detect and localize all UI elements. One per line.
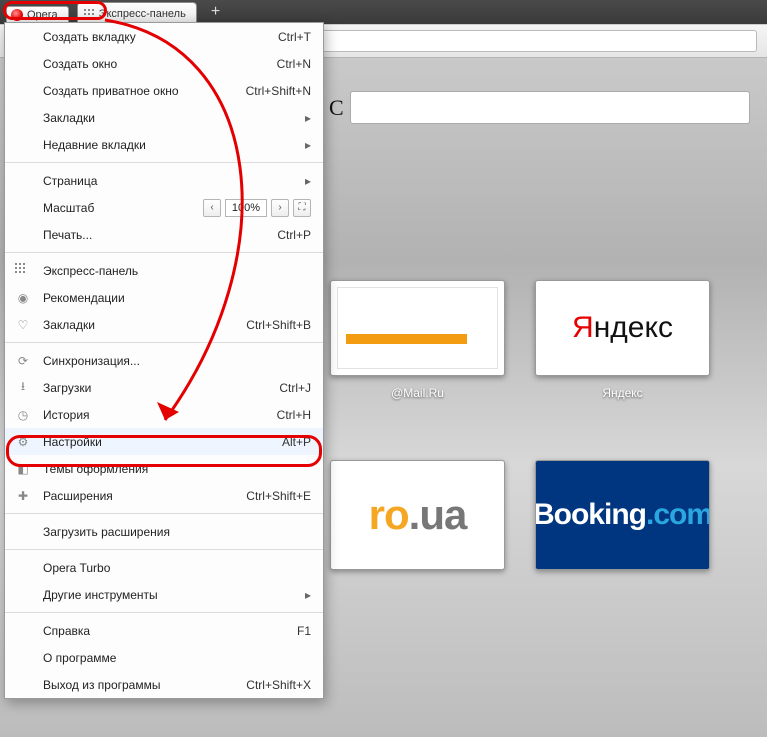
tile-booking[interactable]: Booking.com — [535, 460, 710, 570]
menu-new-tab[interactable]: Создать вкладкуCtrl+T — [5, 23, 323, 50]
tile-mailru-caption: @Mail.Ru — [391, 386, 444, 400]
puzzle-icon: ✚ — [15, 488, 31, 504]
menu-separator — [5, 612, 323, 613]
opera-menu-label: Opera — [27, 9, 58, 21]
tile-yandex-caption: Яндекс — [602, 386, 642, 400]
menu-recent-tabs[interactable]: Недавние вкладки▸ — [5, 131, 323, 158]
zoom-value: 100% — [225, 199, 267, 217]
chevron-right-icon: ▸ — [305, 174, 311, 188]
menu-bookmarks[interactable]: Закладки▸ — [5, 104, 323, 131]
menu-about[interactable]: О программе — [5, 644, 323, 671]
menu-sync[interactable]: ⟳ Синхронизация... — [5, 347, 323, 374]
menu-recommendations[interactable]: ◉ Рекомендации — [5, 284, 323, 311]
heart-icon: ♡ — [15, 317, 31, 333]
tile-roua[interactable]: ro.ua — [330, 460, 505, 570]
search-prefix: С — [329, 95, 344, 121]
opera-main-menu: Создать вкладкуCtrl+T Создать окноCtrl+N… — [4, 22, 324, 699]
menu-help[interactable]: СправкаF1 — [5, 617, 323, 644]
menu-get-extensions[interactable]: Загрузить расширения — [5, 518, 323, 545]
menu-speed-dial[interactable]: Экспресс-панель — [5, 257, 323, 284]
menu-bookmarks-page[interactable]: ♡ ЗакладкиCtrl+Shift+B — [5, 311, 323, 338]
sync-icon: ⟳ — [15, 353, 31, 369]
eye-icon: ◉ — [15, 290, 31, 306]
menu-settings[interactable]: ⚙ НастройкиAlt+P — [5, 428, 323, 455]
speed-dial-search[interactable]: С — [350, 91, 750, 124]
menu-new-window[interactable]: Создать окноCtrl+N — [5, 50, 323, 77]
menu-opera-turbo[interactable]: Opera Turbo — [5, 554, 323, 581]
menu-extensions[interactable]: ✚ РасширенияCtrl+Shift+E — [5, 482, 323, 509]
clock-icon: ◷ — [15, 407, 31, 423]
chevron-right-icon: ▸ — [305, 138, 311, 152]
speed-dial-icon — [15, 263, 31, 279]
menu-themes[interactable]: ◧ Темы оформления — [5, 455, 323, 482]
menu-page[interactable]: Страница▸ — [5, 167, 323, 194]
tile-mailru[interactable] — [330, 280, 505, 376]
speed-dial-icon — [84, 9, 94, 19]
theme-icon: ◧ — [15, 461, 31, 477]
menu-separator — [5, 513, 323, 514]
menu-exit[interactable]: Выход из программыCtrl+Shift+X — [5, 671, 323, 698]
chevron-right-icon: ▸ — [305, 588, 311, 602]
menu-separator — [5, 252, 323, 253]
menu-zoom: Масштаб ‹ 100% › ⛶ — [5, 194, 323, 221]
chevron-right-icon: ▸ — [305, 111, 311, 125]
zoom-out-button[interactable]: ‹ — [203, 199, 221, 217]
opera-icon — [11, 9, 23, 21]
zoom-in-button[interactable]: › — [271, 199, 289, 217]
menu-separator — [5, 162, 323, 163]
menu-downloads[interactable]: ⭳ ЗагрузкиCtrl+J — [5, 374, 323, 401]
new-tab-button[interactable]: + — [211, 3, 220, 21]
menu-separator — [5, 549, 323, 550]
download-icon: ⭳ — [15, 380, 31, 396]
menu-new-private-window[interactable]: Создать приватное окноCtrl+Shift+N — [5, 77, 323, 104]
menu-print[interactable]: Печать...Ctrl+P — [5, 221, 323, 248]
zoom-fullscreen-button[interactable]: ⛶ — [293, 199, 311, 217]
menu-history[interactable]: ◷ ИсторияCtrl+H — [5, 401, 323, 428]
tab-bar: Opera Экспресс-панель + — [0, 0, 767, 24]
menu-separator — [5, 342, 323, 343]
menu-other-tools[interactable]: Другие инструменты▸ — [5, 581, 323, 608]
tile-yandex[interactable]: Яндекс — [535, 280, 710, 376]
gear-icon: ⚙ — [15, 434, 31, 450]
tab-speed-dial[interactable]: Экспресс-панель — [77, 2, 197, 24]
tab-label: Экспресс-панель — [99, 8, 186, 20]
